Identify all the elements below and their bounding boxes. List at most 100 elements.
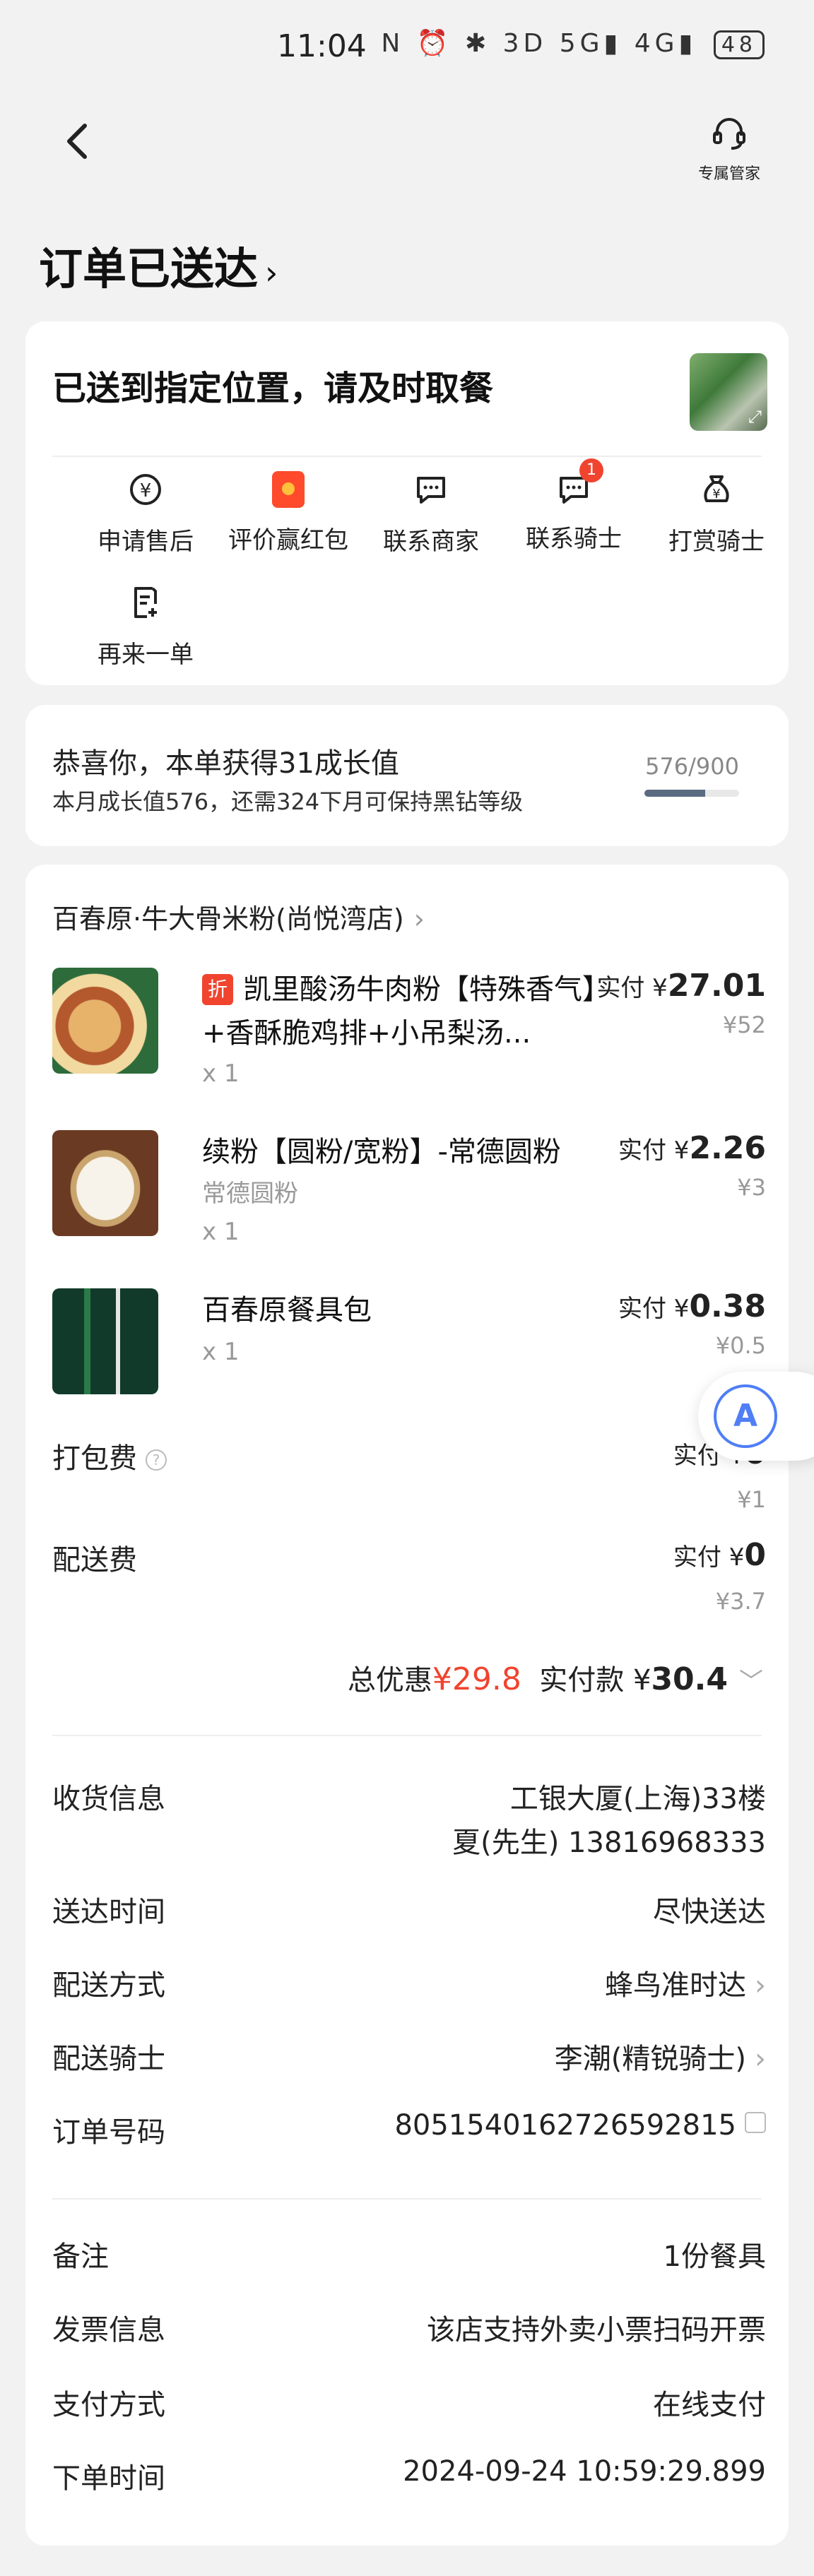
action-reorder[interactable]: 再来一单 <box>75 583 216 670</box>
shop-link[interactable]: 百春原·牛大骨米粉(尚悦湾店) › <box>52 897 425 936</box>
info-row-remark: 备注 1份餐具 <box>52 2233 766 2276</box>
action-contact-rider[interactable]: 1 联系骑士 <box>503 458 644 554</box>
fee-label: 配送费 <box>52 1544 137 1577</box>
food-image <box>52 1130 158 1236</box>
action-label: 评价赢红包 <box>228 526 348 554</box>
info-row-address: 收货信息 工银大厦(上海)33楼 夏(先生) 13816968333 <box>52 1776 766 1868</box>
manager-button[interactable]: 专属管家 <box>694 113 765 184</box>
discount-label: 总优惠 <box>347 1664 432 1697</box>
info-key: 配送方式 <box>52 1969 165 2002</box>
action-label: 再来一单 <box>98 641 194 669</box>
info-value-text: 8051540162726592815 <box>394 2109 736 2142</box>
info-row-delivery-method[interactable]: 配送方式 蜂鸟准时达 › <box>52 1962 766 2005</box>
order-item[interactable]: 百春原餐具包 x 1 实付 ¥0.38 ¥0.5 <box>52 1288 766 1394</box>
fee-label: 打包费 <box>52 1442 137 1475</box>
status-icons: N ⏰ ✱ 3D 5G▮ 4G▮ 48 <box>381 28 765 59</box>
action-label: 申请售后 <box>98 528 194 556</box>
page-title[interactable]: 订单已送达 › <box>39 233 278 297</box>
delivery-headline: 已送到指定位置，请及时取餐 <box>52 369 494 408</box>
battery-icon: 48 <box>713 30 765 59</box>
food-image <box>52 968 158 1074</box>
paid-label: 实付 ¥ <box>673 1543 745 1572</box>
fee-orig-price: ¥3.7 <box>715 1588 766 1615</box>
chevron-right-icon: › <box>755 1969 766 2002</box>
info-key: 配送骑士 <box>52 2043 165 2075</box>
info-row-delivery-time: 送达时间 尽快送达 <box>52 1889 766 1931</box>
fee-paid: 实付 ¥0 <box>673 1537 766 1573</box>
info-value: 工银大厦(上海)33楼 <box>509 1783 766 1815</box>
back-button[interactable] <box>64 120 92 162</box>
food-image <box>52 1288 158 1394</box>
item-qty: x 1 <box>202 1060 240 1088</box>
item-name-text: 凯里酸汤牛肉粉【特殊香气】+香酥脆鸡排+小吊梨汤... <box>202 973 596 1050</box>
action-contact-merchant[interactable]: 联系商家 <box>360 470 502 557</box>
shop-name: 百春原·牛大骨米粉(尚悦湾店) <box>52 903 404 934</box>
paid-label: 实付 ¥ <box>618 1295 690 1323</box>
item-name: 续粉【圆粉/宽粉】-常德圆粉 <box>202 1136 561 1168</box>
reorder-icon <box>134 587 157 618</box>
svg-text:¥: ¥ <box>712 487 720 501</box>
help-icon[interactable]: ? <box>146 1449 167 1471</box>
fee-orig-price: ¥1 <box>737 1486 766 1513</box>
floating-translate-button[interactable]: A <box>698 1372 814 1461</box>
order-item[interactable]: 折凯里酸汤牛肉粉【特殊香气】+香酥脆鸡排+小吊梨汤... x 1 实付 ¥27.… <box>52 968 766 1095</box>
item-qty: x 1 <box>202 1338 240 1366</box>
status-time: 11:04 <box>277 28 367 64</box>
divider <box>52 456 762 457</box>
total-paid-amount: 30.4 <box>651 1661 728 1697</box>
paid-amount: 2.26 <box>689 1130 766 1166</box>
copy-icon[interactable] <box>745 2112 766 2133</box>
action-tip-rider[interactable]: ¥ 打赏骑士 <box>646 470 787 557</box>
money-bag-icon: ¥ <box>704 475 729 502</box>
info-value-text: 蜂鸟准时达 <box>605 1969 746 2002</box>
info-value: 尽快送达 <box>653 1896 766 1928</box>
item-orig-price: ¥3 <box>737 1174 766 1201</box>
chevron-left-icon <box>67 124 87 159</box>
info-row-order-time: 下单时间 2024-09-24 10:59:29.899 <box>52 2455 766 2498</box>
chevron-right-icon: › <box>265 254 278 292</box>
item-orig-price: ¥0.5 <box>715 1332 766 1359</box>
info-row-order-number: 订单号码 8051540162726592815 <box>52 2109 766 2151</box>
growth-card[interactable]: 恭喜你，本单获得31成长值 本月成长值576，还需324下月可保持黑钻等级 57… <box>25 705 789 846</box>
order-total[interactable]: 总优惠¥29.8 实付款 ¥30.4 ﹀ <box>348 1657 763 1698</box>
divider <box>52 2198 762 2200</box>
paid-label: 实付 ¥ <box>618 1136 690 1165</box>
action-label: 联系商家 <box>383 528 479 556</box>
action-label: 联系骑士 <box>526 525 622 553</box>
item-name: 百春原餐具包 <box>202 1294 372 1326</box>
item-paid: 实付 ¥2.26 <box>618 1130 766 1166</box>
info-value: 蜂鸟准时达 › <box>605 1962 766 2003</box>
info-value-text: 李潮(精锐骑士) <box>554 2043 746 2075</box>
order-item[interactable]: 续粉【圆粉/宽粉】-常德圆粉 常德圆粉 x 1 实付 ¥2.26 ¥3 <box>52 1130 766 1246</box>
info-key: 下单时间 <box>52 2462 165 2495</box>
red-envelope-icon <box>272 471 305 508</box>
delivery-status-card: 已送到指定位置，请及时取餐 ⤢ ¥ 申请售后 评价赢红包 联系商家 1 联系骑士… <box>25 321 789 685</box>
action-after-sale[interactable]: ¥ 申请售后 <box>75 470 216 557</box>
item-orig-price: ¥52 <box>722 1011 766 1038</box>
order-detail-card: 百春原·牛大骨米粉(尚悦湾店) › 折凯里酸汤牛肉粉【特殊香气】+香酥脆鸡排+小吊… <box>25 865 789 2546</box>
paid-amount: 0 <box>744 1537 766 1573</box>
info-row-payment: 支付方式 在线支付 <box>52 2382 766 2424</box>
info-value: 该店支持外卖小票扫码开票 <box>427 2314 766 2346</box>
info-row-invoice: 发票信息 该店支持外卖小票扫码开票 <box>52 2307 766 2349</box>
info-row-rider[interactable]: 配送骑士 李潮(精锐骑士) › <box>52 2036 766 2078</box>
headset-icon <box>713 118 745 150</box>
refund-icon: ¥ <box>130 474 161 505</box>
chevron-right-icon: › <box>755 2043 766 2075</box>
info-value-contact: 夏(先生) 13816968333 <box>452 1827 766 1859</box>
item-qty: x 1 <box>202 1218 240 1246</box>
manager-label: 专属管家 <box>697 165 760 183</box>
expand-icon: ⤢ <box>748 407 762 427</box>
info-value: 1份餐具 <box>663 2240 766 2273</box>
paid-amount: 0.38 <box>689 1288 766 1324</box>
translate-icon: A <box>714 1384 777 1448</box>
total-paid-label: 实付款 ¥ <box>539 1664 651 1697</box>
action-review[interactable]: 评价赢红包 <box>218 470 359 555</box>
signal-icons: N ⏰ ✱ 3D 5G▮ 4G▮ <box>381 29 697 58</box>
info-key: 发票信息 <box>52 2314 165 2346</box>
delivery-photo[interactable]: ⤢ <box>690 353 767 431</box>
info-value: 李潮(精锐骑士) › <box>555 2036 766 2077</box>
info-key: 送达时间 <box>52 1896 165 1928</box>
growth-subtitle: 本月成长值576，还需324下月可保持黑钻等级 <box>52 788 524 815</box>
discount-amount: ¥29.8 <box>432 1661 521 1697</box>
